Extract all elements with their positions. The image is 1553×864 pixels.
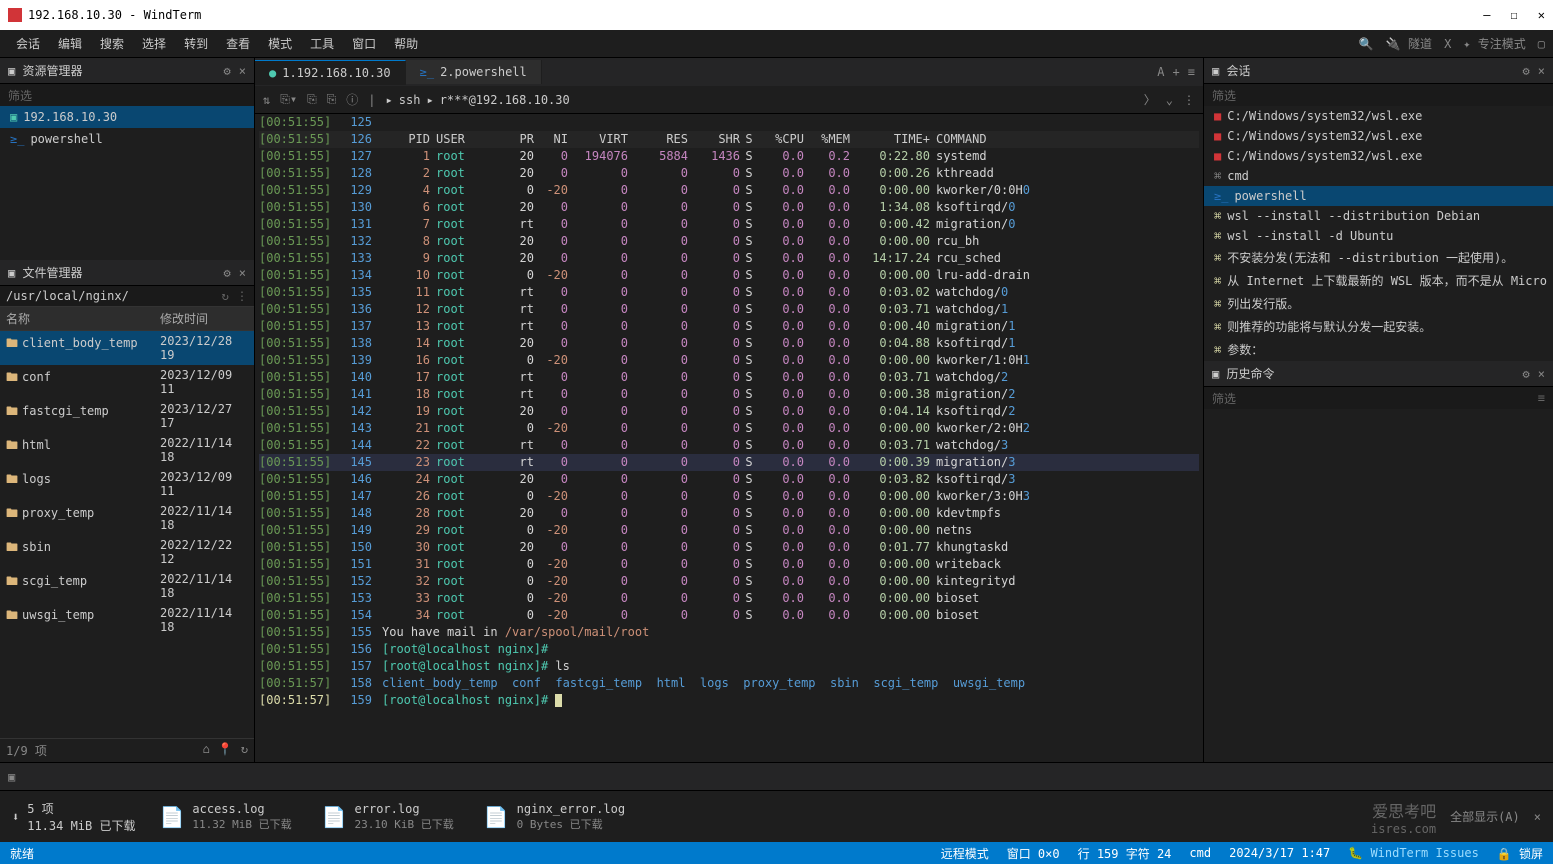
home-icon[interactable]: ⌂ [203, 742, 210, 759]
file-count: 1/9 项 [6, 742, 47, 759]
download-item[interactable]: 📄access.log11.32 MiB 已下载 [149, 798, 301, 836]
issues-link[interactable]: 🐛 WindTerm Issues [1348, 846, 1479, 860]
tunnel-button[interactable]: 🔌 隧道 [1386, 35, 1432, 52]
resource-manager-header: ▣ 资源管理器 ⚙× [0, 58, 254, 84]
session-item[interactable]: ⌘ cmd [1204, 166, 1553, 186]
tab-bar: ● 1.192.168.10.30≥_ 2.powershell A + ≡ [255, 58, 1203, 86]
file-row[interactable]: 🖿sbin2022/12/22 12 [0, 535, 254, 569]
menu-编辑[interactable]: 编辑 [50, 31, 90, 56]
menubar: 会话编辑搜索选择转到查看模式工具窗口帮助 🔍 🔌 隧道 X ✦ 专注模式 ▢ [0, 30, 1553, 58]
transfer-bar: ▣ [0, 762, 1553, 790]
file-row[interactable]: 🖿scgi_temp2022/11/14 18 [0, 569, 254, 603]
terminal-toolbar: ⇅ ⎘▾ ⎘ ⎘ ⓘ | ▸ssh▸r***@192.168.10.30 〉 ⌄… [255, 86, 1203, 114]
file-row[interactable]: 🖿proxy_temp2022/11/14 18 [0, 501, 254, 535]
file-row[interactable]: 🖿html2022/11/14 18 [0, 433, 254, 467]
menu-选择[interactable]: 选择 [134, 31, 174, 56]
clip-icon[interactable]: ⎘ [327, 92, 337, 107]
sync-icon[interactable]: ⇅ [263, 93, 270, 107]
session-item[interactable]: ⌘ 从 Internet 上下载最新的 WSL 版本，而不是从 Micro [1204, 269, 1553, 292]
download-item[interactable]: 📄error.log23.10 KiB 已下载 [312, 798, 464, 836]
close-icon[interactable]: × [239, 266, 246, 280]
session-item[interactable]: ■ C:/Windows/system32/wsl.exe [1204, 146, 1553, 166]
focus-mode-button[interactable]: ✦ 专注模式 [1463, 35, 1525, 52]
window-title: 192.168.10.30 - WindTerm [28, 8, 201, 22]
file-manager-header: ▣ 文件管理器 ⚙× [0, 260, 254, 286]
gear-icon[interactable]: ⚙ [224, 64, 231, 78]
nav-forward-icon[interactable]: 〉 [1144, 91, 1156, 108]
gear-icon[interactable]: ⚙ [1523, 367, 1530, 381]
download-item[interactable]: 📄nginx_error.log0 Bytes 已下载 [474, 798, 635, 836]
file-row[interactable]: 🖿conf2023/12/09 11 [0, 365, 254, 399]
close-icon[interactable]: × [1538, 64, 1545, 78]
close-icon[interactable]: × [1538, 367, 1545, 381]
file-row[interactable]: 🖿logs2023/12/09 11 [0, 467, 254, 501]
tab[interactable]: ≥_ 2.powershell [406, 60, 542, 84]
session-header: ▣ 会话 ⚙× [1204, 58, 1553, 84]
session-item[interactable]: ■ C:/Windows/system32/wsl.exe [1204, 106, 1553, 126]
search-icon[interactable]: 🔍 [1359, 37, 1374, 51]
history-header: ▣ 历史命令 ⚙× [1204, 361, 1553, 387]
resource-item[interactable]: ≥_ powershell [0, 128, 254, 150]
terminal-output[interactable]: [00:51:55]125[00:51:55]126PIDUSERPRNIVIR… [255, 114, 1203, 762]
titlebar: 192.168.10.30 - WindTerm — ☐ ✕ [0, 0, 1553, 30]
menu-工具[interactable]: 工具 [302, 31, 342, 56]
path-input[interactable]: /usr/local/nginx/ ↻ ⋮ [0, 286, 254, 307]
resource-filter[interactable]: 筛选 [8, 87, 32, 104]
gear-icon[interactable]: ⚙ [1523, 64, 1530, 78]
close-icon[interactable]: × [239, 64, 246, 78]
session-item[interactable]: ■ C:/Windows/system32/wsl.exe [1204, 126, 1553, 146]
more-icon[interactable]: ⋮ [1183, 93, 1195, 107]
pin-icon[interactable]: 📍 [218, 742, 233, 759]
gear-icon[interactable]: ⚙ [224, 266, 231, 280]
transfer-icon[interactable]: ▣ [8, 770, 15, 784]
font-icon[interactable]: A [1157, 65, 1164, 79]
layout-icon[interactable]: ▢ [1538, 37, 1545, 51]
file-row[interactable]: 🖿uwsgi_temp2022/11/14 18 [0, 603, 254, 637]
status-ready: 就绪 [10, 845, 34, 862]
resource-item[interactable]: ▣ 192.168.10.30 [0, 106, 254, 128]
menu-转到[interactable]: 转到 [176, 31, 216, 56]
session-item[interactable]: ⌘ 不安装分发(无法和 --distribution 一起使用)。 [1204, 246, 1553, 269]
file-row[interactable]: 🖿fastcgi_temp2023/12/27 17 [0, 399, 254, 433]
copy-icon[interactable]: ⎘▾ [280, 92, 297, 107]
minimize-button[interactable]: — [1483, 8, 1490, 22]
paste-icon[interactable]: ⎘ [307, 92, 317, 107]
menu-搜索[interactable]: 搜索 [92, 31, 132, 56]
app-icon [8, 8, 22, 22]
statusbar: 就绪 远程模式 窗口 0×0 行 159 字符 24 cmd 2024/3/17… [0, 842, 1553, 864]
chevron-down-icon[interactable]: ⌄ [1166, 93, 1173, 107]
maximize-button[interactable]: ☐ [1511, 8, 1518, 22]
session-item[interactable]: ⌘ 列出发行版。 [1204, 292, 1553, 315]
tab[interactable]: ● 1.192.168.10.30 [255, 60, 406, 85]
menu-帮助[interactable]: 帮助 [386, 31, 426, 56]
session-item[interactable]: ⌘ wsl --install --distribution Debian [1204, 206, 1553, 226]
close-icon[interactable]: × [1534, 810, 1541, 824]
menu-icon[interactable]: ≡ [1188, 65, 1195, 79]
lock-button[interactable]: 🔒 锁屏 [1497, 845, 1543, 862]
session-item[interactable]: ⌘ wsl --install -d Ubuntu [1204, 226, 1553, 246]
session-item[interactable]: ⌘ 则推荐的功能将与默认分发一起安装。 [1204, 315, 1553, 338]
add-tab-icon[interactable]: + [1173, 65, 1180, 79]
menu-会话[interactable]: 会话 [8, 31, 48, 56]
download-icon: ⬇ [12, 810, 19, 824]
menu-模式[interactable]: 模式 [260, 31, 300, 56]
history-filter[interactable]: 筛选 [1212, 390, 1236, 407]
session-filter[interactable]: 筛选 [1212, 87, 1236, 104]
downloads-bar: ⬇ 5 项11.34 MiB 已下载 📄access.log11.32 MiB … [0, 790, 1553, 842]
menu-查看[interactable]: 查看 [218, 31, 258, 56]
session-item[interactable]: ≥_ powershell [1204, 186, 1553, 206]
download-total: ⬇ 5 项11.34 MiB 已下载 [12, 800, 135, 834]
menu-窗口[interactable]: 窗口 [344, 31, 384, 56]
info-icon[interactable]: ⓘ [346, 91, 358, 108]
show-all-button[interactable]: 全部显示(A) [1450, 808, 1520, 825]
session-item[interactable]: ⌘ 参数： [1204, 338, 1553, 361]
close-button[interactable]: ✕ [1538, 8, 1545, 22]
x-button[interactable]: X [1444, 37, 1451, 51]
file-row[interactable]: 🖿client_body_temp2023/12/28 19 [0, 331, 254, 365]
refresh-icon[interactable]: ↻ [241, 742, 248, 759]
